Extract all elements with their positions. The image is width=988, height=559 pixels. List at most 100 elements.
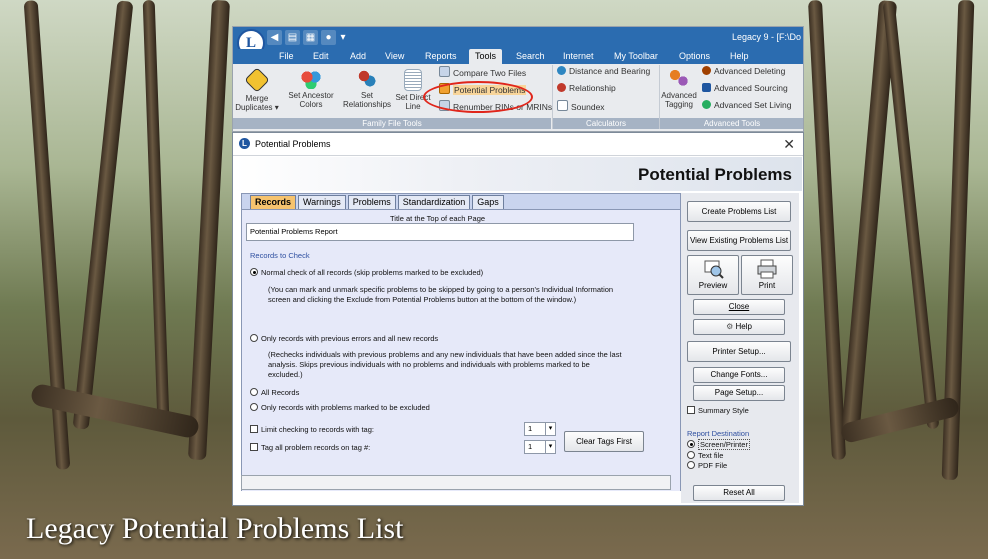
status-bar	[241, 475, 671, 490]
tab-records[interactable]: Records	[250, 195, 297, 210]
reset-all-button[interactable]: Reset All	[693, 485, 785, 501]
dialog-title: Potential Problems	[255, 139, 331, 149]
qat-dropdown-icon[interactable]: ▾	[339, 30, 347, 45]
print-button[interactable]: Print	[741, 255, 793, 295]
tag-all-label: Tag all problem records on tag #:	[261, 443, 371, 452]
radio-all-records-label: All Records	[261, 388, 300, 397]
menu-bar: File Edit Add View Reports Tools Search …	[233, 49, 803, 64]
menu-my-toolbar[interactable]: My Toolbar	[614, 51, 658, 61]
dest-pdf-radio[interactable]	[687, 461, 695, 469]
tab-gaps[interactable]: Gaps	[472, 195, 504, 210]
summary-style-checkbox[interactable]	[687, 406, 695, 414]
menu-help[interactable]: Help	[730, 51, 749, 61]
radio-previous-errors-label: Only records with previous errors and al…	[261, 334, 439, 343]
advanced-set-living-button[interactable]: Advanced Set Living	[702, 100, 792, 110]
group-label-advanced-tools: Advanced Tools	[660, 118, 803, 129]
compare-icon	[439, 66, 450, 77]
preview-icon	[704, 260, 724, 279]
open-folder-icon[interactable]: ▤	[285, 30, 300, 45]
tab-standardization[interactable]: Standardization	[397, 195, 471, 210]
dialog-titlebar: L Potential Problems ✕	[233, 133, 803, 156]
page-setup-button[interactable]: Page Setup...	[693, 385, 785, 401]
dest-text-radio[interactable]	[687, 451, 695, 459]
family-icon[interactable]: ●	[321, 30, 336, 45]
close-button[interactable]: Close	[693, 299, 785, 315]
dropdown-arrow-icon[interactable]: ▾	[545, 423, 555, 435]
menu-search[interactable]: Search	[516, 51, 545, 61]
radio-excluded-only-label: Only records with problems marked to be …	[261, 403, 430, 412]
soundex-icon	[557, 100, 568, 111]
create-problems-list-button[interactable]: Create Problems List	[687, 201, 791, 222]
radio-excluded-only[interactable]	[250, 403, 258, 411]
tag-icon	[669, 69, 689, 89]
previous-errors-description-2: analysis. Skips previous individuals wit…	[268, 360, 590, 369]
menu-reports[interactable]: Reports	[425, 51, 457, 61]
advanced-sourcing-button[interactable]: Advanced Sourcing	[702, 83, 788, 93]
legacy-ribbon: L ◀ ▤ ▦ ● ▾ Legacy 9 - [F:\Do File Edit …	[232, 26, 804, 132]
dropdown-arrow-icon[interactable]: ▾	[545, 441, 555, 453]
tab-problems[interactable]: Problems	[347, 195, 396, 210]
radio-normal-check[interactable]	[250, 268, 258, 276]
slide-caption: Legacy Potential Problems List	[26, 512, 404, 545]
red-highlight-ellipse	[423, 81, 533, 113]
potential-problems-dialog: L Potential Problems ✕ Potential Problem…	[232, 132, 804, 506]
pedigree-icon[interactable]: ▦	[303, 30, 318, 45]
back-icon[interactable]: ◀	[267, 30, 282, 45]
title-label: Title at the Top of each Page	[390, 214, 486, 223]
tag-all-checkbox[interactable]	[250, 443, 258, 451]
tab-warnings[interactable]: Warnings	[298, 195, 346, 210]
advanced-tagging-button[interactable]: Advanced Tagging	[660, 69, 698, 109]
dialog-header-title: Potential Problems	[638, 165, 792, 184]
menu-edit[interactable]: Edit	[313, 51, 329, 61]
previous-errors-description-3: excluded.)	[268, 370, 303, 379]
tab-bar: Records Warnings Problems Standardizatio…	[250, 195, 504, 210]
set-relationships-button[interactable]: Set Relationships	[341, 69, 393, 109]
soundex-button[interactable]: Soundex	[557, 100, 605, 112]
menu-internet[interactable]: Internet	[563, 51, 594, 61]
printer-setup-button[interactable]: Printer Setup...	[687, 341, 791, 362]
normal-check-description: (You can mark and unmark specific proble…	[268, 285, 614, 294]
records-to-check-heading: Records to Check	[250, 251, 310, 260]
limit-tag-label: Limit checking to records with tag:	[261, 425, 374, 434]
dest-pdf-label: PDF File	[698, 461, 728, 470]
group-calculators: Distance and Bearing Relationship Sounde…	[552, 65, 659, 129]
menu-file[interactable]: File	[279, 51, 294, 61]
change-fonts-button[interactable]: Change Fonts...	[693, 367, 785, 383]
compare-two-files-button[interactable]: Compare Two Files	[439, 66, 526, 78]
limit-tag-select[interactable]: 1 ▾	[524, 422, 556, 436]
menu-view[interactable]: View	[385, 51, 404, 61]
help-button[interactable]: ⚙ Help	[693, 319, 785, 335]
report-title-input[interactable]: Potential Problems Report	[246, 223, 634, 241]
radio-previous-errors[interactable]	[250, 334, 258, 342]
merge-duplicates-button[interactable]: Merge Duplicates ▾	[235, 67, 279, 112]
view-existing-problems-button[interactable]: View Existing Problems List	[687, 230, 791, 251]
menu-tools[interactable]: Tools	[469, 49, 503, 64]
dest-screen-label: Screen/Printer	[698, 439, 750, 450]
tab-container: Records Warnings Problems Standardizatio…	[241, 193, 681, 491]
clear-tags-first-button[interactable]: Clear Tags First	[564, 431, 644, 452]
menu-options[interactable]: Options	[679, 51, 710, 61]
relationship-calculator-button[interactable]: Relationship	[557, 83, 616, 93]
dest-screen-radio[interactable]	[687, 440, 695, 448]
preview-button[interactable]: Preview	[687, 255, 739, 295]
quick-access-toolbar: L ◀ ▤ ▦ ● ▾ Legacy 9 - [F:\Do	[233, 27, 803, 57]
dest-text-label: Text file	[698, 451, 724, 460]
tag-all-select[interactable]: 1 ▾	[524, 440, 556, 454]
window-title: Legacy 9 - [F:\Do	[731, 32, 801, 42]
direct-line-icon	[404, 69, 422, 91]
sourcing-icon	[702, 83, 711, 92]
menu-add[interactable]: Add	[350, 51, 366, 61]
advanced-deleting-button[interactable]: Advanced Deleting	[702, 66, 785, 76]
group-label-family-file-tools: Family File Tools	[233, 118, 551, 129]
globe-icon	[557, 66, 566, 75]
close-icon[interactable]: ✕	[783, 136, 795, 153]
group-advanced-tools: Advanced Tagging Advanced Deleting Advan…	[659, 65, 803, 129]
distance-and-bearing-button[interactable]: Distance and Bearing	[557, 66, 650, 76]
limit-tag-checkbox[interactable]	[250, 425, 258, 433]
radio-all-records[interactable]	[250, 388, 258, 396]
normal-check-description-2: screen and clicking the Exclude from Pot…	[268, 295, 577, 304]
delete-person-icon	[702, 66, 711, 75]
radio-normal-check-label: Normal check of all records (skip proble…	[261, 268, 484, 277]
set-ancestor-colors-button[interactable]: Set Ancestor Colors	[283, 69, 339, 109]
colors-icon	[301, 69, 321, 89]
